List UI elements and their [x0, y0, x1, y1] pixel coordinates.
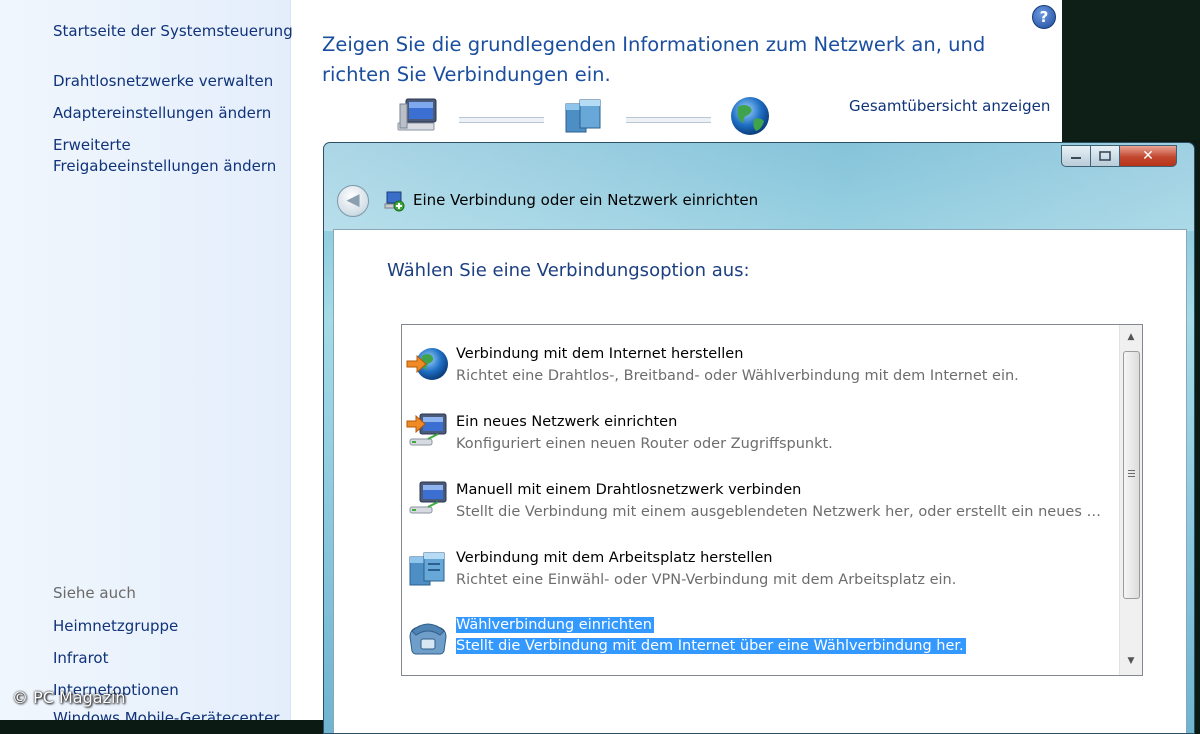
connection-option-list[interactable]: Verbindung mit dem Internet herstellen R… — [401, 324, 1143, 676]
telephone-icon — [409, 623, 447, 655]
sidebar-link-mobile-device-center[interactable]: Windows Mobile-Gerätecenter — [53, 708, 279, 720]
globe-arrow-icon — [406, 348, 448, 380]
full-map-link[interactable]: Gesamtübersicht anzeigen — [849, 97, 1050, 115]
connection-line — [459, 117, 544, 123]
option-dialup[interactable]: Wählverbindung einrichten Stellt die Ver… — [402, 609, 1118, 659]
scrollbar-thumb[interactable] — [1123, 351, 1140, 599]
option-description: Richtet eine Drahtlos-, Breitband- oder … — [456, 368, 1019, 384]
sidebar-link-advanced-sharing[interactable]: Erweiterte — [53, 135, 131, 156]
option-description: Konfiguriert einen neuen Router oder Zug… — [456, 436, 833, 452]
option-description: Richtet eine Einwähl- oder VPN-Verbindun… — [456, 572, 957, 588]
workplace-icon — [409, 552, 445, 586]
option-list-scrollbar[interactable]: ▲ ▼ — [1119, 325, 1142, 675]
new-network-icon — [406, 413, 447, 446]
page-title-line2: richten Sie Verbindungen ein. — [322, 63, 611, 86]
watermark: © PC Magazin — [12, 688, 126, 707]
option-manual-wireless[interactable]: Manuell mit einem Drahtlosnetzwerk verbi… — [402, 473, 1118, 523]
setup-connection-dialog: ✕ ◀ Eine Verbindung oder ein Netzwerk ei… — [323, 142, 1195, 734]
window-controls: ✕ — [1061, 145, 1177, 167]
option-title: Ein neues Netzwerk einrichten — [456, 414, 678, 430]
sidebar-link-homegroup[interactable]: Heimnetzgruppe — [53, 616, 178, 637]
computer-icon — [397, 98, 437, 131]
sidebar-link-infrared[interactable]: Infrarot — [53, 648, 108, 669]
globe-icon — [731, 97, 769, 135]
back-arrow-icon: ◀ — [346, 190, 360, 210]
option-description: Stellt die Verbindung mit dem Internet ü… — [456, 638, 966, 654]
sidebar-link-advanced-sharing-line2[interactable]: Freigabeeinstellungen ändern — [53, 156, 276, 177]
maximize-button[interactable] — [1091, 145, 1120, 167]
option-title: Verbindung mit dem Internet herstellen — [456, 346, 744, 362]
desktop-background — [1062, 0, 1200, 140]
option-heading: Wählen Sie eine Verbindungsoption aus: — [387, 260, 750, 281]
sidebar-link-manage-wireless[interactable]: Drahtlosnetzwerke verwalten — [53, 71, 273, 92]
option-title: Manuell mit einem Drahtlosnetzwerk verbi… — [456, 482, 802, 498]
sidebar-link-adapter-settings[interactable]: Adaptereinstellungen ändern — [53, 103, 271, 124]
close-icon: ✕ — [1142, 148, 1154, 164]
option-workplace[interactable]: Verbindung mit dem Arbeitsplatz herstell… — [402, 541, 1118, 591]
network-icon — [565, 99, 601, 133]
option-new-network[interactable]: Ein neues Netzwerk einrichten Konfigurie… — [402, 405, 1118, 455]
see-also-label: Siehe auch — [53, 584, 136, 602]
close-button[interactable]: ✕ — [1120, 145, 1177, 167]
network-setup-icon — [384, 191, 405, 212]
back-button[interactable]: ◀ — [337, 185, 369, 217]
minimize-icon — [1071, 157, 1081, 159]
control-panel-sidebar: Startseite der Systemsteuerung Drahtlosn… — [0, 0, 293, 720]
option-description: Stellt die Verbindung mit einem ausgeble… — [456, 504, 1112, 520]
help-icon[interactable]: ? — [1032, 5, 1056, 29]
wireless-network-icon — [409, 481, 447, 514]
option-title: Wählverbindung einrichten — [456, 617, 654, 633]
connection-line — [626, 117, 711, 123]
sidebar-link-control-panel-home[interactable]: Startseite der Systemsteuerung — [53, 21, 293, 42]
maximize-icon — [1099, 151, 1111, 161]
option-connect-internet[interactable]: Verbindung mit dem Internet herstellen R… — [402, 337, 1118, 387]
minimize-button[interactable] — [1061, 145, 1091, 167]
option-title: Verbindung mit dem Arbeitsplatz herstell… — [456, 550, 773, 566]
page-title: Zeigen Sie die grundlegenden Information… — [322, 30, 1022, 90]
scrollbar-grip-icon — [1128, 470, 1135, 479]
dialog-content: Wählen Sie eine Verbindungsoption aus: V… — [333, 229, 1187, 733]
scroll-down-arrow-icon[interactable]: ▼ — [1120, 651, 1142, 671]
dialog-title: Eine Verbindung oder ein Netzwerk einric… — [413, 191, 759, 209]
page-title-line1: Zeigen Sie die grundlegenden Information… — [322, 33, 986, 56]
scroll-up-arrow-icon[interactable]: ▲ — [1120, 327, 1142, 347]
